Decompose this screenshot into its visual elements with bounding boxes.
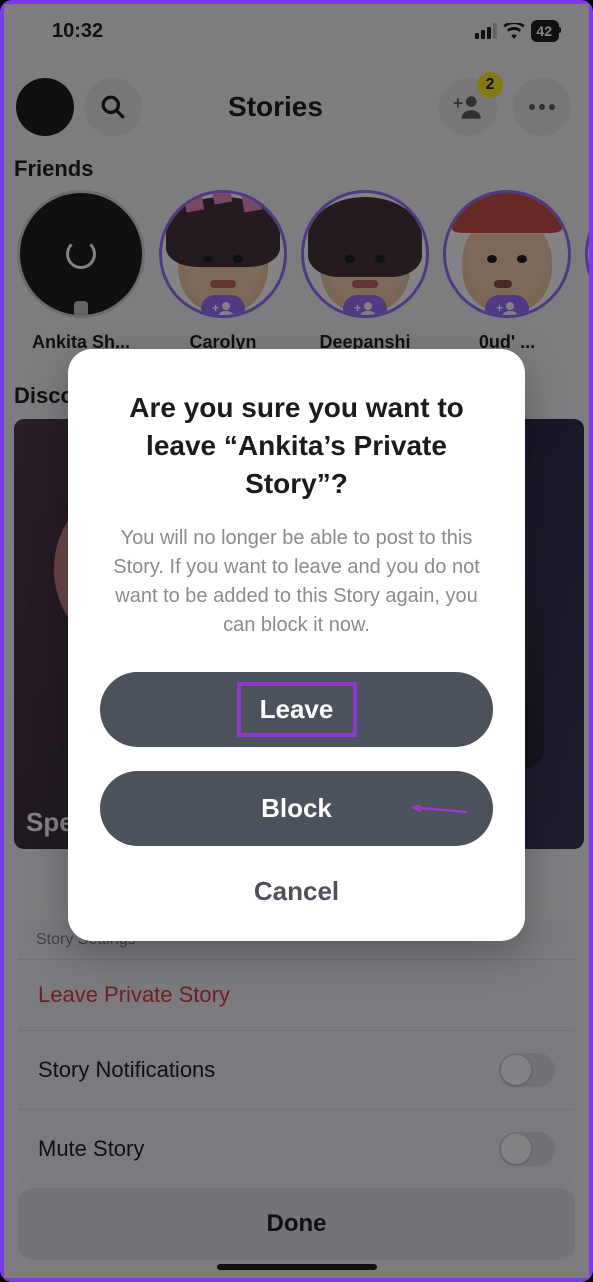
- modal-body: You will no longer be able to post to th…: [100, 524, 493, 640]
- highlight-box: [237, 682, 357, 737]
- block-button-label: Block: [261, 793, 332, 823]
- modal-title: Are you sure you want to leave “Ankita’s…: [100, 389, 493, 502]
- leave-button[interactable]: Leave: [100, 672, 493, 747]
- cancel-button[interactable]: Cancel: [100, 876, 493, 907]
- confirm-leave-modal: Are you sure you want to leave “Ankita’s…: [68, 349, 525, 941]
- annotation-arrow-icon: [382, 805, 497, 815]
- block-button[interactable]: Block: [100, 771, 493, 846]
